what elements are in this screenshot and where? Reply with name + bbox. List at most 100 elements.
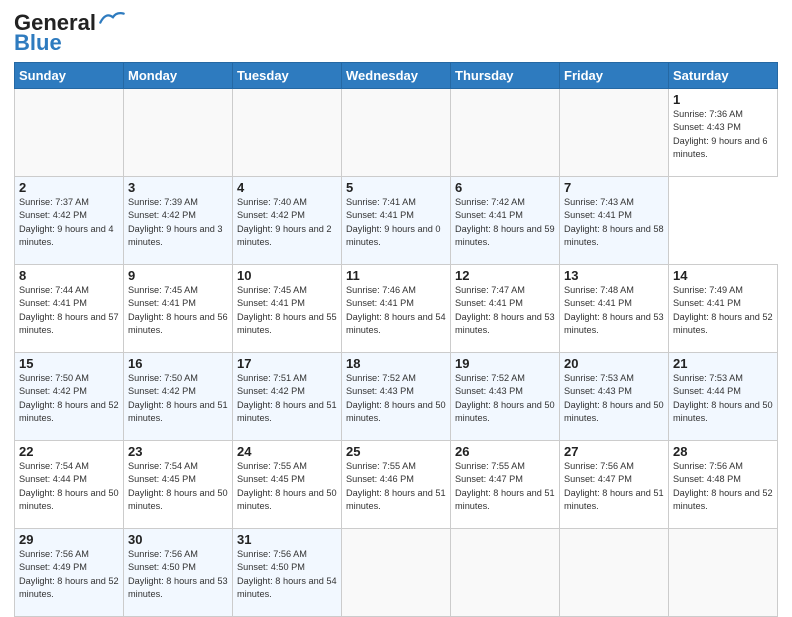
day-number: 30 <box>128 532 228 547</box>
day-cell-5: 5Sunrise: 7:41 AMSunset: 4:41 PMDaylight… <box>342 177 451 265</box>
day-cell-11: 11Sunrise: 7:46 AMSunset: 4:41 PMDayligh… <box>342 265 451 353</box>
day-cell-18: 18Sunrise: 7:52 AMSunset: 4:43 PMDayligh… <box>342 353 451 441</box>
day-cell-22: 22Sunrise: 7:54 AMSunset: 4:44 PMDayligh… <box>15 441 124 529</box>
day-cell-8: 8Sunrise: 7:44 AMSunset: 4:41 PMDaylight… <box>15 265 124 353</box>
day-number: 5 <box>346 180 446 195</box>
day-info: Sunrise: 7:52 AMSunset: 4:43 PMDaylight:… <box>346 372 446 425</box>
day-cell-10: 10Sunrise: 7:45 AMSunset: 4:41 PMDayligh… <box>233 265 342 353</box>
day-info: Sunrise: 7:56 AMSunset: 4:47 PMDaylight:… <box>564 460 664 513</box>
day-number: 22 <box>19 444 119 459</box>
day-info: Sunrise: 7:53 AMSunset: 4:44 PMDaylight:… <box>673 372 773 425</box>
day-info: Sunrise: 7:45 AMSunset: 4:41 PMDaylight:… <box>237 284 337 337</box>
day-cell-28: 28Sunrise: 7:56 AMSunset: 4:48 PMDayligh… <box>669 441 778 529</box>
day-info: Sunrise: 7:56 AMSunset: 4:50 PMDaylight:… <box>128 548 228 601</box>
day-number: 11 <box>346 268 446 283</box>
day-number: 7 <box>564 180 664 195</box>
empty-cell <box>669 529 778 617</box>
day-cell-14: 14Sunrise: 7:49 AMSunset: 4:41 PMDayligh… <box>669 265 778 353</box>
empty-cell <box>451 89 560 177</box>
day-number: 23 <box>128 444 228 459</box>
day-cell-16: 16Sunrise: 7:50 AMSunset: 4:42 PMDayligh… <box>124 353 233 441</box>
day-number: 9 <box>128 268 228 283</box>
logo: General Blue <box>14 10 126 56</box>
day-cell-12: 12Sunrise: 7:47 AMSunset: 4:41 PMDayligh… <box>451 265 560 353</box>
day-number: 6 <box>455 180 555 195</box>
day-info: Sunrise: 7:39 AMSunset: 4:42 PMDaylight:… <box>128 196 228 249</box>
day-number: 25 <box>346 444 446 459</box>
day-cell-23: 23Sunrise: 7:54 AMSunset: 4:45 PMDayligh… <box>124 441 233 529</box>
empty-cell <box>342 529 451 617</box>
empty-cell <box>560 529 669 617</box>
day-number: 26 <box>455 444 555 459</box>
day-info: Sunrise: 7:50 AMSunset: 4:42 PMDaylight:… <box>128 372 228 425</box>
header: General Blue <box>14 10 778 56</box>
day-info: Sunrise: 7:36 AMSunset: 4:43 PMDaylight:… <box>673 108 773 161</box>
day-info: Sunrise: 7:56 AMSunset: 4:48 PMDaylight:… <box>673 460 773 513</box>
day-number: 12 <box>455 268 555 283</box>
day-number: 4 <box>237 180 337 195</box>
day-number: 28 <box>673 444 773 459</box>
day-cell-25: 25Sunrise: 7:55 AMSunset: 4:46 PMDayligh… <box>342 441 451 529</box>
logo-bird-icon <box>98 10 126 28</box>
day-cell-29: 29Sunrise: 7:56 AMSunset: 4:49 PMDayligh… <box>15 529 124 617</box>
day-info: Sunrise: 7:50 AMSunset: 4:42 PMDaylight:… <box>19 372 119 425</box>
logo-blue: Blue <box>14 30 62 56</box>
day-number: 24 <box>237 444 337 459</box>
day-cell-2: 2Sunrise: 7:37 AMSunset: 4:42 PMDaylight… <box>15 177 124 265</box>
day-number: 18 <box>346 356 446 371</box>
day-header-sunday: Sunday <box>15 63 124 89</box>
day-number: 1 <box>673 92 773 107</box>
day-cell-7: 7Sunrise: 7:43 AMSunset: 4:41 PMDaylight… <box>560 177 669 265</box>
day-header-monday: Monday <box>124 63 233 89</box>
day-cell-15: 15Sunrise: 7:50 AMSunset: 4:42 PMDayligh… <box>15 353 124 441</box>
day-number: 21 <box>673 356 773 371</box>
day-number: 20 <box>564 356 664 371</box>
day-info: Sunrise: 7:44 AMSunset: 4:41 PMDaylight:… <box>19 284 119 337</box>
empty-cell <box>451 529 560 617</box>
day-cell-26: 26Sunrise: 7:55 AMSunset: 4:47 PMDayligh… <box>451 441 560 529</box>
empty-cell <box>560 89 669 177</box>
page: General Blue SundayMondayTuesdayWednesda… <box>0 0 792 612</box>
day-number: 8 <box>19 268 119 283</box>
day-number: 27 <box>564 444 664 459</box>
day-info: Sunrise: 7:51 AMSunset: 4:42 PMDaylight:… <box>237 372 337 425</box>
day-number: 16 <box>128 356 228 371</box>
day-header-wednesday: Wednesday <box>342 63 451 89</box>
day-info: Sunrise: 7:43 AMSunset: 4:41 PMDaylight:… <box>564 196 664 249</box>
day-number: 17 <box>237 356 337 371</box>
day-info: Sunrise: 7:55 AMSunset: 4:47 PMDaylight:… <box>455 460 555 513</box>
day-number: 15 <box>19 356 119 371</box>
day-number: 3 <box>128 180 228 195</box>
day-cell-3: 3Sunrise: 7:39 AMSunset: 4:42 PMDaylight… <box>124 177 233 265</box>
day-number: 19 <box>455 356 555 371</box>
day-number: 14 <box>673 268 773 283</box>
empty-cell <box>233 89 342 177</box>
day-cell-13: 13Sunrise: 7:48 AMSunset: 4:41 PMDayligh… <box>560 265 669 353</box>
day-info: Sunrise: 7:54 AMSunset: 4:45 PMDaylight:… <box>128 460 228 513</box>
day-info: Sunrise: 7:48 AMSunset: 4:41 PMDaylight:… <box>564 284 664 337</box>
day-cell-9: 9Sunrise: 7:45 AMSunset: 4:41 PMDaylight… <box>124 265 233 353</box>
day-info: Sunrise: 7:47 AMSunset: 4:41 PMDaylight:… <box>455 284 555 337</box>
day-info: Sunrise: 7:56 AMSunset: 4:50 PMDaylight:… <box>237 548 337 601</box>
day-info: Sunrise: 7:52 AMSunset: 4:43 PMDaylight:… <box>455 372 555 425</box>
day-number: 31 <box>237 532 337 547</box>
day-info: Sunrise: 7:53 AMSunset: 4:43 PMDaylight:… <box>564 372 664 425</box>
day-header-thursday: Thursday <box>451 63 560 89</box>
day-cell-4: 4Sunrise: 7:40 AMSunset: 4:42 PMDaylight… <box>233 177 342 265</box>
day-number: 29 <box>19 532 119 547</box>
day-cell-17: 17Sunrise: 7:51 AMSunset: 4:42 PMDayligh… <box>233 353 342 441</box>
day-number: 2 <box>19 180 119 195</box>
day-info: Sunrise: 7:46 AMSunset: 4:41 PMDaylight:… <box>346 284 446 337</box>
day-cell-21: 21Sunrise: 7:53 AMSunset: 4:44 PMDayligh… <box>669 353 778 441</box>
day-info: Sunrise: 7:42 AMSunset: 4:41 PMDaylight:… <box>455 196 555 249</box>
day-info: Sunrise: 7:55 AMSunset: 4:46 PMDaylight:… <box>346 460 446 513</box>
day-info: Sunrise: 7:55 AMSunset: 4:45 PMDaylight:… <box>237 460 337 513</box>
calendar-header-row: SundayMondayTuesdayWednesdayThursdayFrid… <box>15 63 778 89</box>
day-info: Sunrise: 7:56 AMSunset: 4:49 PMDaylight:… <box>19 548 119 601</box>
day-cell-31: 31Sunrise: 7:56 AMSunset: 4:50 PMDayligh… <box>233 529 342 617</box>
day-info: Sunrise: 7:40 AMSunset: 4:42 PMDaylight:… <box>237 196 337 249</box>
day-header-tuesday: Tuesday <box>233 63 342 89</box>
day-number: 10 <box>237 268 337 283</box>
day-number: 13 <box>564 268 664 283</box>
empty-cell <box>342 89 451 177</box>
